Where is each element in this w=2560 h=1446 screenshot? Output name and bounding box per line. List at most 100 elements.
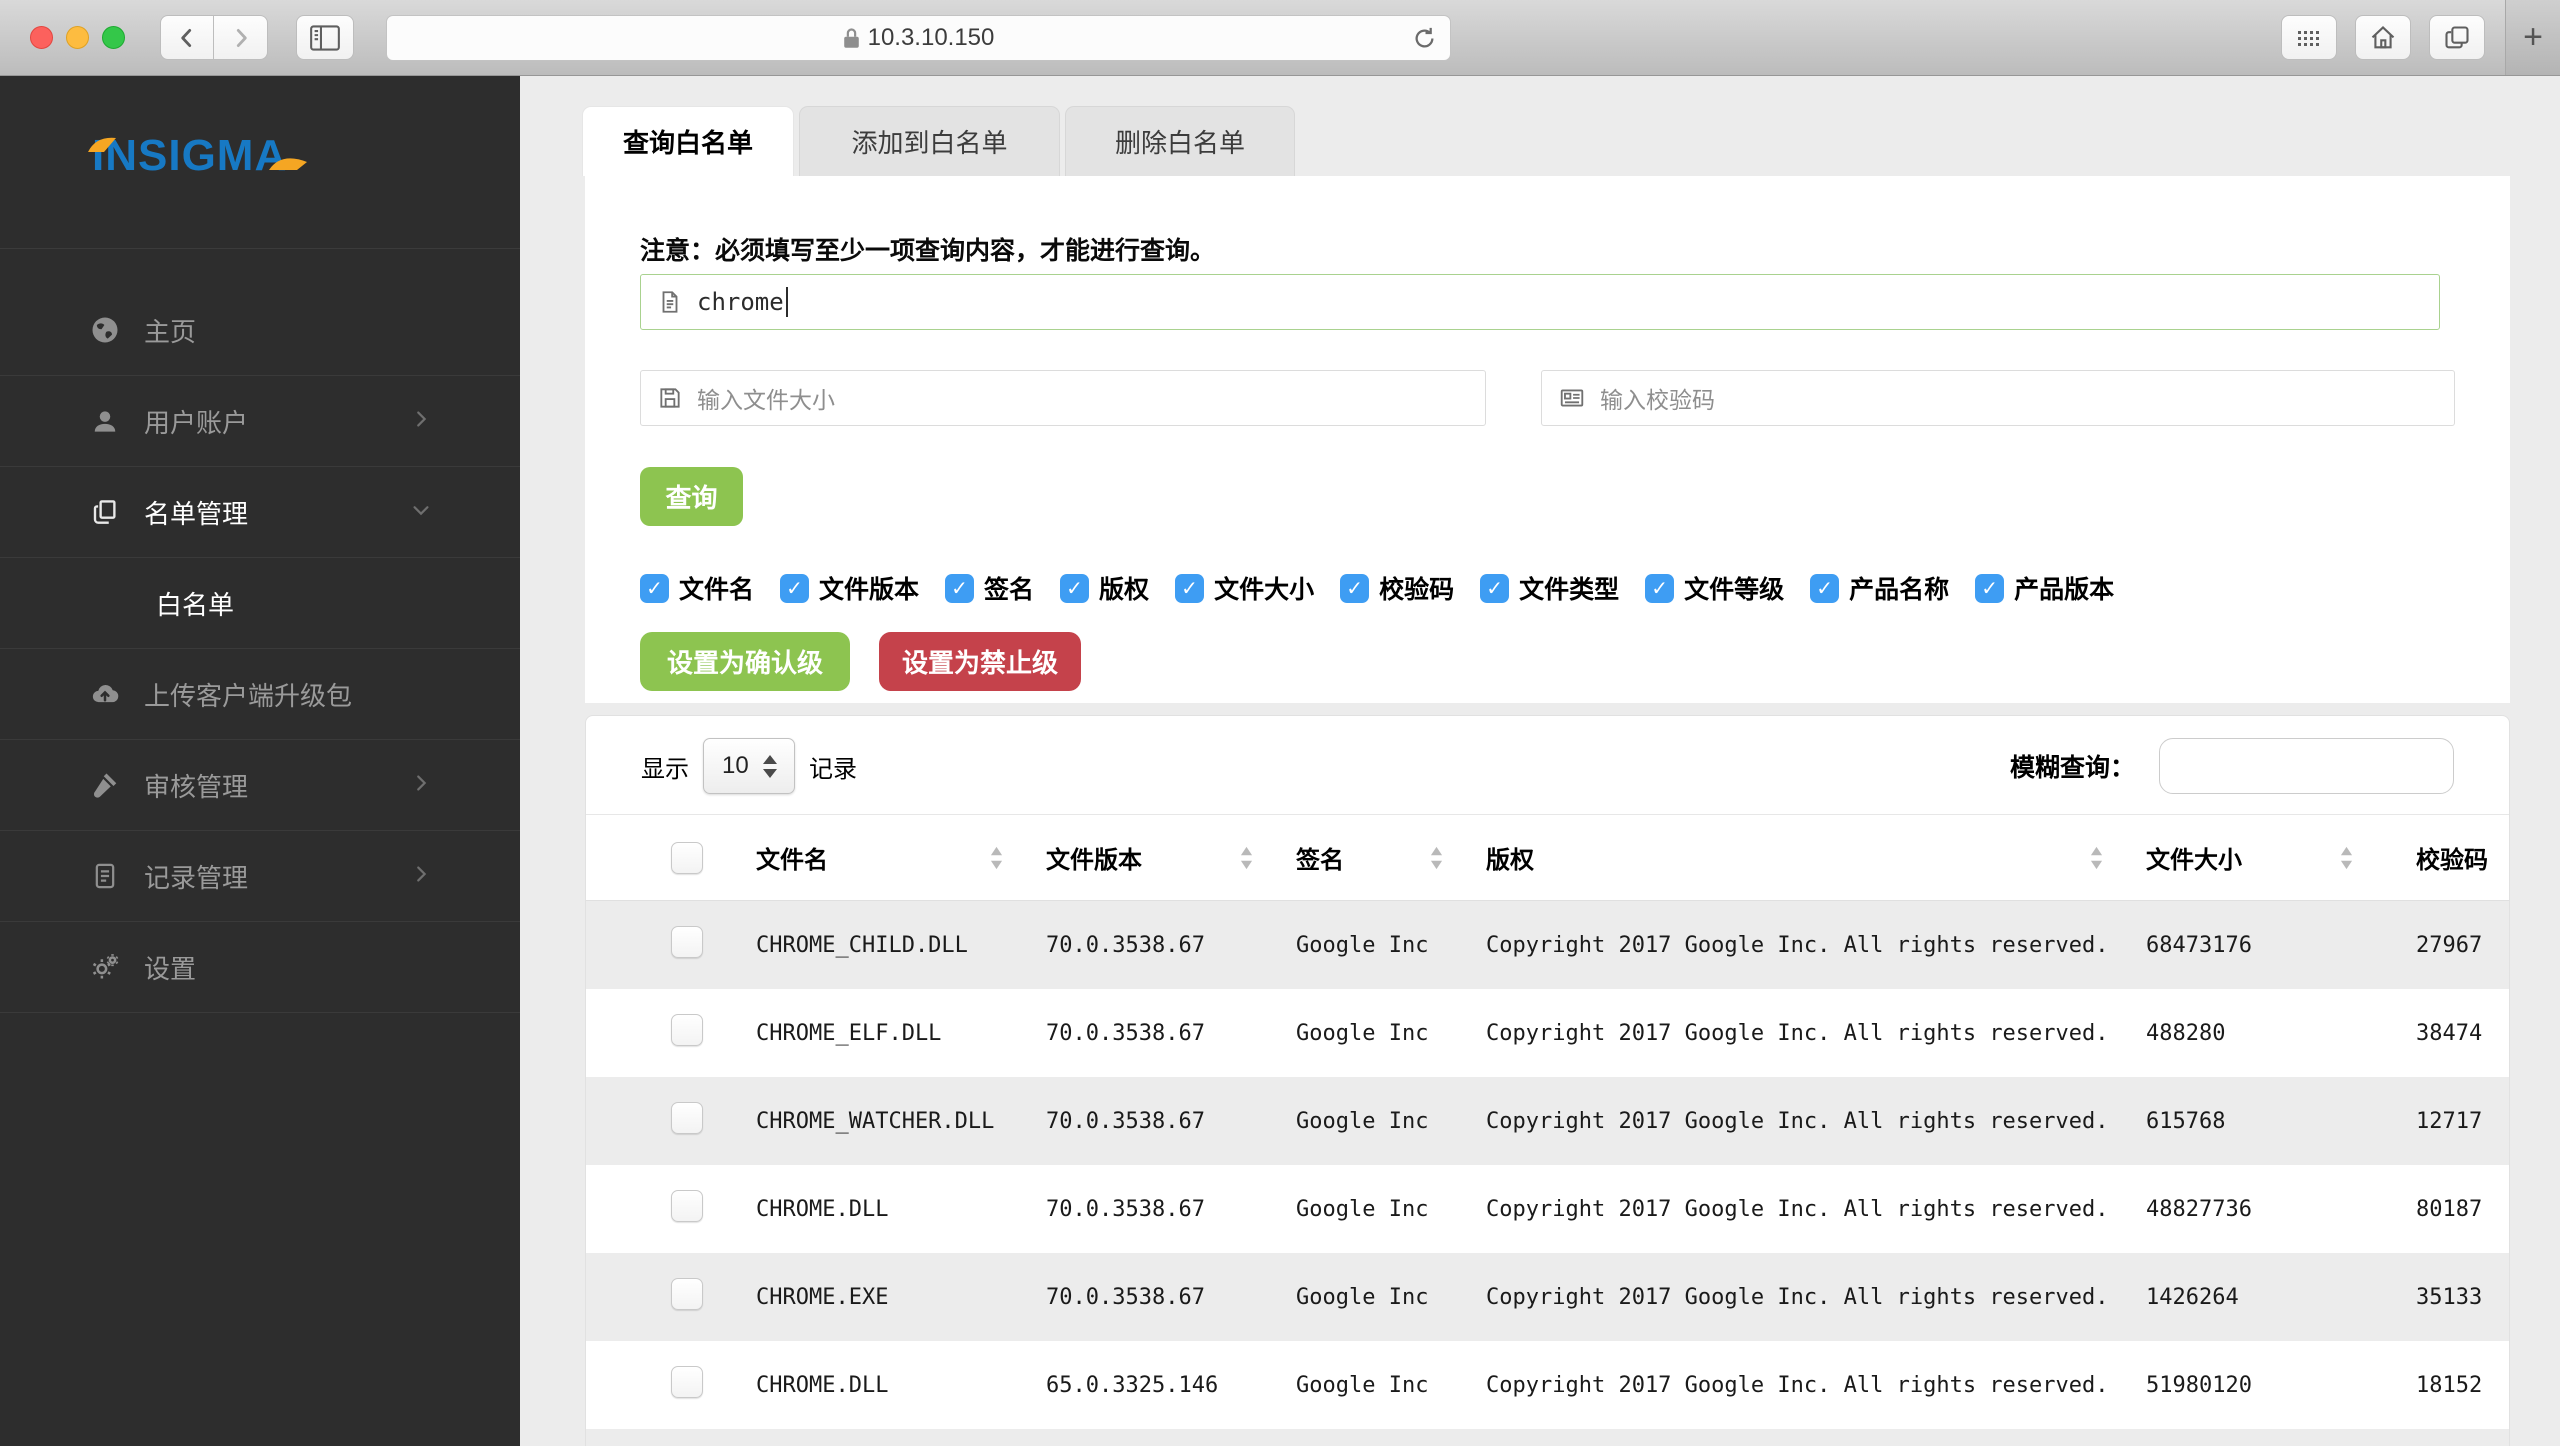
checkbox-checked-icon[interactable]: ✓	[780, 574, 809, 603]
table-cell: 65.0.3325.146	[1026, 1373, 1276, 1398]
home-button[interactable]	[2355, 15, 2411, 60]
row-checkbox[interactable]	[671, 1014, 703, 1046]
row-select-cell	[586, 1366, 736, 1404]
sort-icon[interactable]	[1429, 845, 1444, 871]
stepper-icon	[763, 755, 777, 778]
reload-button[interactable]	[1411, 25, 1438, 59]
filesize-input[interactable]: 输入文件大小	[640, 370, 1486, 426]
table-cell: 615768	[2126, 1109, 2376, 1134]
checkbox-checked-icon[interactable]: ✓	[1175, 574, 1204, 603]
query-button[interactable]: 查询	[640, 467, 743, 526]
table-cell: CHROME_WATCHER.DLL	[736, 1109, 1026, 1134]
filter-checkbox[interactable]: ✓签名	[945, 570, 1034, 606]
row-checkbox[interactable]	[671, 1278, 703, 1310]
tab-delete-whitelist[interactable]: 删除白名单	[1065, 106, 1295, 176]
table-cell: Google Inc	[1276, 1109, 1466, 1134]
sidebar-toggle-button[interactable]	[296, 15, 354, 60]
filter-checkbox[interactable]: ✓ 版权	[1060, 570, 1149, 606]
row-checkbox[interactable]	[671, 1366, 703, 1398]
page-size-value: 10	[722, 752, 749, 780]
sort-icon[interactable]	[1239, 845, 1254, 871]
filter-label: 版权	[1099, 570, 1149, 606]
chevron-right-icon	[410, 861, 432, 892]
sort-icon[interactable]	[989, 845, 1004, 871]
sidebar-item-label: 审核管理	[144, 767, 248, 804]
row-checkbox[interactable]	[671, 1190, 703, 1222]
checksum-input[interactable]: 输入校验码	[1541, 370, 2455, 426]
plus-icon: +	[2523, 18, 2543, 57]
table-cell: Copyright 2017 Google Inc. All rights re…	[1466, 1021, 2126, 1046]
minimize-window-button[interactable]	[66, 26, 89, 49]
row-checkbox[interactable]	[671, 1102, 703, 1134]
tab-query-whitelist[interactable]: 查询白名单	[582, 106, 794, 176]
table-cell: Google Inc	[1276, 1373, 1466, 1398]
filter-checkbox[interactable]: ✓产品版本	[1975, 570, 2114, 606]
back-button[interactable]	[160, 15, 214, 60]
sidebar-item-whitelist[interactable]: 白名单	[0, 558, 520, 649]
sidebar-item-label: 设置	[144, 949, 196, 986]
filter-checkbox[interactable]: ✓文件名	[640, 570, 754, 606]
lock-icon	[843, 27, 860, 49]
checkbox-checked-icon[interactable]: ✓	[1060, 574, 1089, 603]
table-cell: 488280	[2126, 1021, 2376, 1046]
column-header-filesize[interactable]: 文件大小	[2126, 840, 2376, 875]
column-header-copyright[interactable]: 版权	[1466, 840, 2126, 875]
filter-label: 校验码	[1379, 570, 1454, 606]
globe-icon	[88, 315, 122, 345]
table-cell: 27967	[2376, 933, 2510, 958]
filter-checkbox[interactable]: ✓文件大小	[1175, 570, 1314, 606]
sidebar-item-upload-client-package[interactable]: 上传客户端升级包	[0, 649, 520, 740]
grid-button[interactable]	[2281, 15, 2337, 60]
sort-icon[interactable]	[2339, 845, 2354, 871]
table-cell: Google Inc	[1276, 1285, 1466, 1310]
checkbox-checked-icon[interactable]: ✓	[1645, 574, 1674, 603]
floppy-disk-icon	[657, 385, 683, 411]
zoom-window-button[interactable]	[102, 26, 125, 49]
page-size-select[interactable]: 10	[703, 738, 795, 794]
logo-swoosh2-icon	[267, 133, 311, 183]
sidebar-item-settings[interactable]: 设置	[0, 922, 520, 1013]
sidebar-item-list-management[interactable]: 名单管理	[0, 467, 520, 558]
checkbox-checked-icon[interactable]: ✓	[945, 574, 974, 603]
sidebar-item-home[interactable]: 主页	[0, 285, 520, 376]
checkbox-checked-icon[interactable]: ✓	[1975, 574, 2004, 603]
select-all-checkbox[interactable]	[671, 842, 703, 874]
tab-add-to-whitelist[interactable]: 添加到白名单	[799, 106, 1060, 176]
table-cell: Google Inc	[1276, 933, 1466, 958]
sidebar-item-label: 名单管理	[144, 494, 248, 531]
column-header-checksum[interactable]: 校验码	[2376, 840, 2510, 875]
filter-checkbox[interactable]: ✓文件类型	[1480, 570, 1619, 606]
table-cell: 70.0.3538.67	[1026, 1021, 1276, 1046]
forward-button[interactable]	[214, 15, 268, 60]
sort-icon[interactable]	[2089, 845, 2104, 871]
set-confirm-level-button[interactable]: 设置为确认级	[640, 632, 850, 691]
filter-checkbox[interactable]: ✓文件等级	[1645, 570, 1784, 606]
sidebar-item-audit-management[interactable]: 审核管理	[0, 740, 520, 831]
form-note: 注意：必须填写至少一项查询内容，才能进行查询。	[640, 236, 2455, 266]
column-header-filename[interactable]: 文件名	[736, 840, 1026, 875]
filter-checkbox[interactable]: ✓产品名称	[1810, 570, 1949, 606]
main-content: 查询白名单 添加到白名单 删除白名单 注意：必须填写至少一项查询内容，才能进行查…	[520, 76, 2560, 1446]
checkbox-checked-icon[interactable]: ✓	[1810, 574, 1839, 603]
address-bar[interactable]: 10.3.10.150	[386, 15, 1451, 61]
tab-overview-button[interactable]	[2429, 15, 2485, 60]
table-cell: 70.0.3538.67	[1026, 1197, 1276, 1222]
close-window-button[interactable]	[30, 26, 53, 49]
filter-checkbox[interactable]: ✓文件版本	[780, 570, 919, 606]
column-header-signature[interactable]: 签名	[1276, 840, 1466, 875]
set-forbid-level-button[interactable]: 设置为禁止级	[879, 632, 1081, 691]
filename-input[interactable]: chrome	[640, 274, 2440, 330]
fuzzy-search-input[interactable]	[2159, 738, 2454, 794]
sidebar-item-record-management[interactable]: 记录管理	[0, 831, 520, 922]
filesize-placeholder: 输入文件大小	[697, 381, 835, 415]
filter-checkbox[interactable]: ✓ 校验码	[1340, 570, 1454, 606]
sidebar-item-user-account[interactable]: 用户账户	[0, 376, 520, 467]
filename-value: chrome	[697, 288, 784, 316]
checkbox-checked-icon[interactable]: ✓	[1340, 574, 1369, 603]
row-select-cell	[586, 1014, 736, 1052]
checkbox-checked-icon[interactable]: ✓	[640, 574, 669, 603]
new-tab-button[interactable]: +	[2505, 0, 2560, 75]
column-header-version[interactable]: 文件版本	[1026, 840, 1276, 875]
row-checkbox[interactable]	[671, 926, 703, 958]
checkbox-checked-icon[interactable]: ✓	[1480, 574, 1509, 603]
